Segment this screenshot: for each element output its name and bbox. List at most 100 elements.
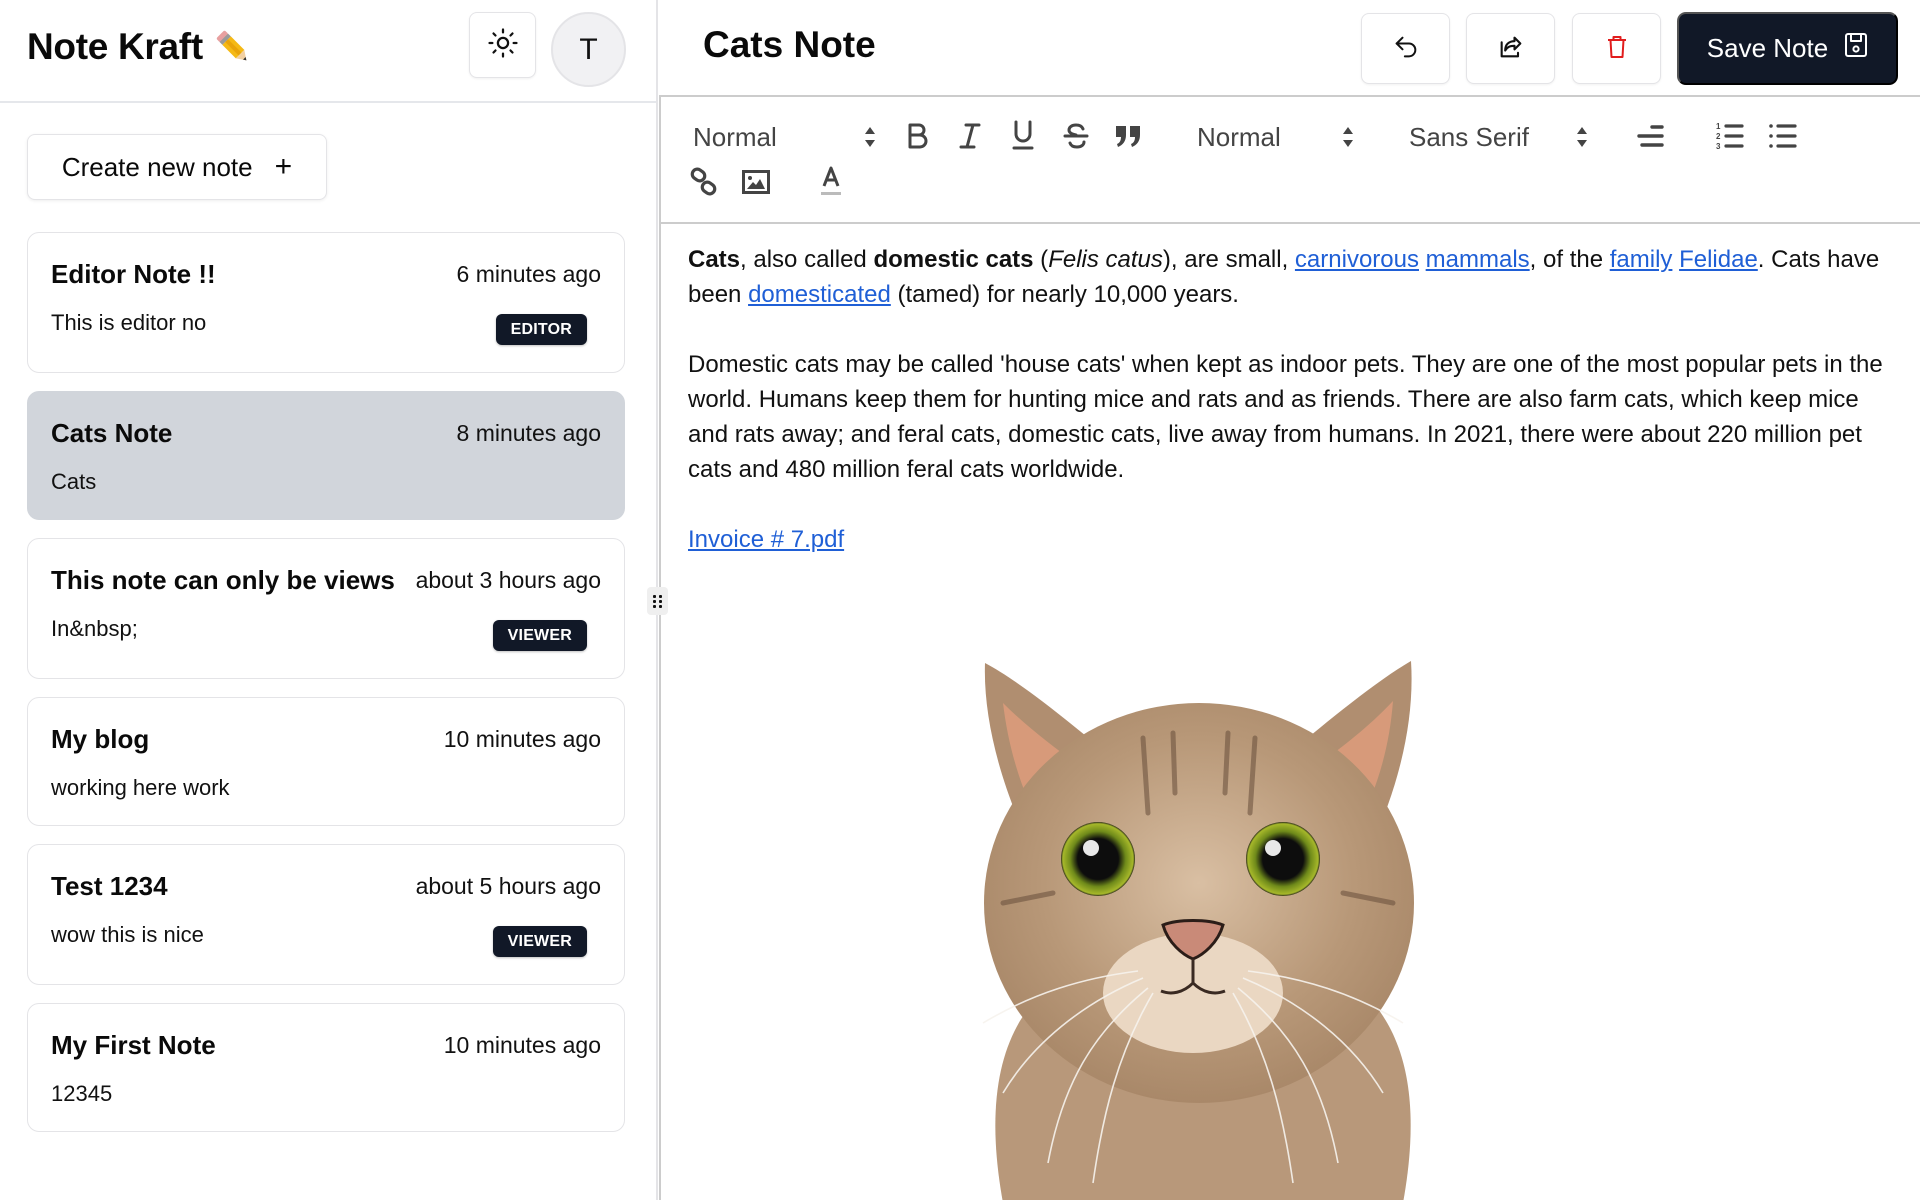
link-button[interactable]	[689, 167, 719, 197]
link-carnivorous[interactable]: carnivorous	[1295, 246, 1419, 273]
paragraph-body: Domestic cats may be called 'house cats'…	[688, 351, 1883, 483]
svg-text:3: 3	[1716, 142, 1721, 151]
empty-line	[688, 487, 1898, 522]
note-excerpt: This is editor no	[51, 310, 207, 335]
italic-text: Felis catus	[1048, 246, 1163, 273]
text: (tamed) for nearly 10,000 years.	[890, 281, 1239, 308]
strikethrough-button[interactable]	[1061, 121, 1091, 151]
note-card[interactable]: My First Note 10 minutes ago 12345	[27, 1003, 625, 1132]
align-right-icon	[1637, 125, 1664, 147]
delete-button[interactable]	[1572, 13, 1661, 84]
chevron-up-down-icon	[865, 127, 875, 147]
bold-text: Cats	[688, 246, 741, 273]
italic-button[interactable]	[955, 121, 985, 151]
link-icon	[690, 167, 717, 196]
font-picker[interactable]: Sans Serif	[1409, 117, 1599, 157]
note-title: Test 1234	[51, 871, 168, 901]
editor-toolbar: Normal Normal Sans Serif 1 2 3	[661, 97, 1920, 224]
note-title: Editor Note !!	[51, 259, 216, 289]
sidebar: Note Kraft T Create new note + Editor No…	[0, 0, 658, 1200]
app-title-text: Note Kraft	[27, 26, 203, 67]
note-heading: Cats Note	[703, 24, 876, 65]
note-excerpt: Cats	[51, 469, 97, 494]
user-avatar[interactable]: T	[551, 12, 626, 87]
undo-icon	[1392, 33, 1420, 64]
note-timestamp: about 5 hours ago	[415, 873, 601, 899]
note-card-selected[interactable]: Cats Note 8 minutes ago Cats	[27, 391, 625, 520]
plus-icon: +	[274, 150, 293, 183]
underline-button[interactable]	[1008, 119, 1038, 150]
empty-line	[688, 312, 1898, 347]
note-card[interactable]: Test 1234 about 5 hours ago wow this is …	[27, 844, 625, 985]
note-title: My blog	[51, 724, 150, 754]
share-button[interactable]	[1466, 13, 1555, 84]
save-note-label: Save Note	[1706, 33, 1829, 63]
note-editor-panel: Cats Note Save Note Normal Normal Sans S…	[659, 0, 1920, 1200]
note-timestamp: 10 minutes ago	[443, 726, 601, 752]
link-felidae[interactable]: Felidae	[1679, 246, 1758, 273]
theme-toggle-button[interactable]	[469, 12, 536, 78]
font-picker-value: Sans Serif	[1409, 121, 1529, 152]
size-picker-value: Normal	[1197, 121, 1281, 152]
note-title: Cats Note	[51, 418, 173, 448]
italic-icon	[959, 123, 981, 149]
align-picker[interactable]	[1636, 121, 1666, 151]
share-icon	[1497, 33, 1525, 64]
text: , also called	[740, 246, 874, 273]
trash-icon	[1605, 34, 1629, 63]
chevron-up-down-icon	[1577, 127, 1587, 147]
role-badge: EDITOR	[495, 314, 587, 345]
attachment-link[interactable]: Invoice # 7.pdf	[688, 526, 844, 553]
bold-button[interactable]	[902, 121, 932, 151]
text	[1419, 246, 1426, 273]
save-note-button[interactable]: Save Note	[1677, 12, 1898, 85]
text: , of the	[1529, 246, 1610, 273]
rich-text-editor: Normal Normal Sans Serif 1 2 3 Cats, als…	[659, 95, 1920, 1200]
cat-image	[943, 643, 1463, 1200]
note-timestamp: 10 minutes ago	[443, 1032, 601, 1058]
note-excerpt: In&nbsp;	[51, 616, 138, 641]
note-timestamp: about 3 hours ago	[415, 567, 601, 593]
image-button[interactable]	[741, 167, 771, 197]
header-picker[interactable]: Normal	[693, 117, 883, 157]
link-domesticated[interactable]: domesticated	[748, 281, 891, 308]
role-badge: VIEWER	[492, 926, 587, 957]
text-color-picker[interactable]	[816, 164, 846, 195]
grip-icon	[653, 594, 662, 608]
undo-button[interactable]	[1361, 13, 1450, 84]
image-icon	[742, 170, 770, 194]
note-card[interactable]: Editor Note !! 6 minutes ago This is edi…	[27, 232, 625, 373]
note-list: Editor Note !! 6 minutes ago This is edi…	[27, 232, 625, 1150]
note-timestamp: 6 minutes ago	[456, 261, 601, 287]
blockquote-button[interactable]	[1113, 121, 1143, 151]
ordered-list-icon: 123	[1716, 122, 1744, 151]
underline-icon	[1012, 120, 1034, 150]
paragraph-intro: Cats, also called domestic cats (Felis c…	[688, 242, 1898, 312]
bullet-list-icon	[1769, 124, 1797, 148]
create-new-note-button[interactable]: Create new note +	[27, 134, 327, 200]
floppy-disk-icon	[1844, 32, 1868, 65]
editor-header: Cats Note Save Note	[659, 0, 1920, 95]
bullet-list-button[interactable]	[1768, 121, 1798, 151]
bold-text: domestic cats	[873, 246, 1034, 273]
chevron-up-down-icon	[1343, 127, 1353, 147]
text-color-icon	[821, 166, 841, 195]
editor-content[interactable]: Cats, also called domestic cats (Felis c…	[688, 242, 1898, 557]
note-excerpt: 12345	[51, 1081, 113, 1106]
note-card[interactable]: This note can only be views about 3 hour…	[27, 538, 625, 679]
link-family[interactable]: family	[1610, 246, 1673, 273]
pencil-icon	[213, 27, 253, 67]
ordered-list-button[interactable]: 123	[1715, 121, 1745, 151]
panel-resize-handle[interactable]	[647, 587, 668, 615]
text: (	[1033, 246, 1049, 273]
note-title: My First Note	[51, 1030, 216, 1060]
note-excerpt: working here work	[51, 775, 230, 800]
note-card[interactable]: My blog 10 minutes ago working here work	[27, 697, 625, 826]
role-badge: VIEWER	[492, 620, 587, 651]
strikethrough-icon	[1063, 123, 1089, 149]
size-picker[interactable]: Normal	[1197, 117, 1362, 157]
note-title: This note can only be views	[51, 565, 395, 595]
app-title: Note Kraft	[27, 26, 253, 68]
note-timestamp: 8 minutes ago	[456, 420, 601, 446]
link-mammals[interactable]: mammals	[1426, 246, 1530, 273]
